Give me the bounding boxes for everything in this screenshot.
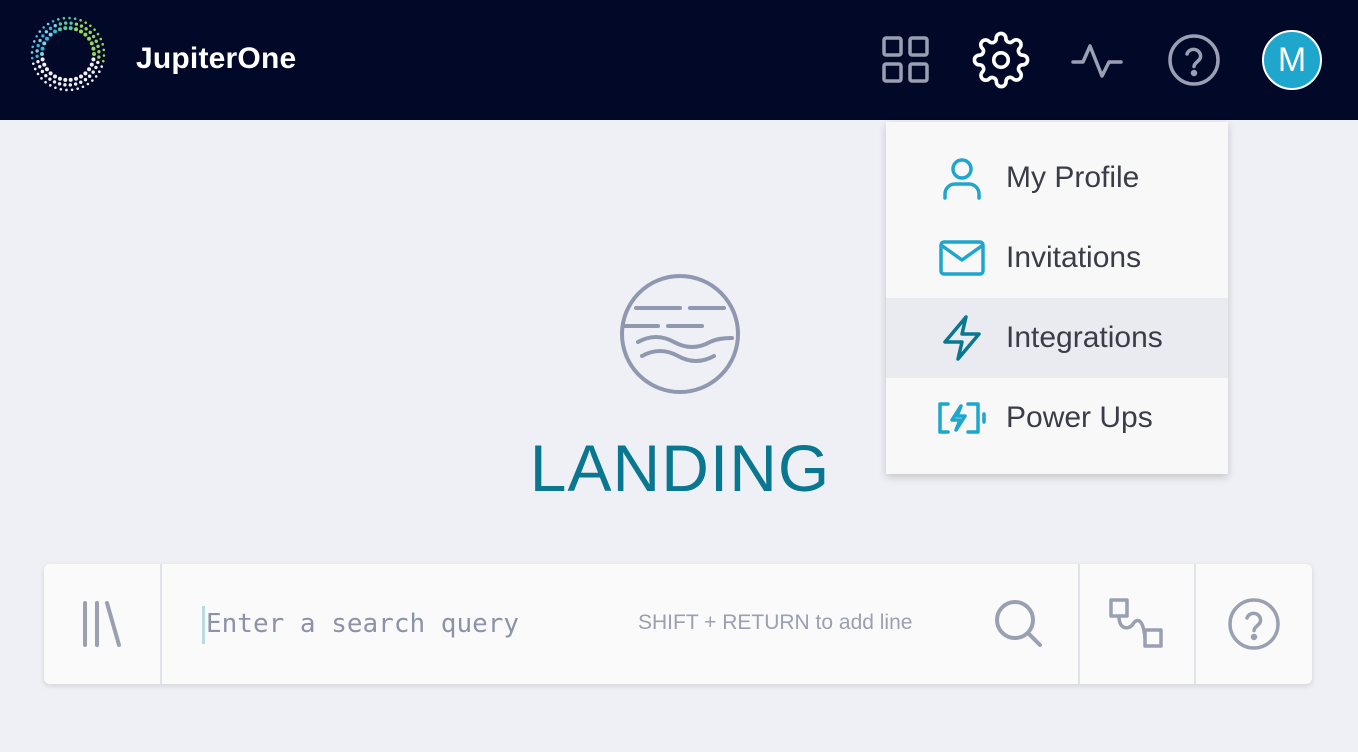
help-circle-icon[interactable] <box>1164 30 1224 90</box>
user-icon <box>934 150 990 206</box>
apps-grid-icon[interactable] <box>876 30 936 90</box>
brand-name[interactable]: JupiterOne <box>136 42 296 76</box>
settings-dropdown-menu: My Profile Invitations Integrations Powe… <box>886 122 1228 474</box>
user-avatar[interactable]: M <box>1262 30 1322 90</box>
menu-item-label: Integrations <box>1006 321 1163 354</box>
help-circle-icon[interactable] <box>1196 564 1312 684</box>
menu-item-label: My Profile <box>1006 161 1140 194</box>
input-hint: SHIFT + RETURN to add line <box>638 611 913 634</box>
query-search-bar: SHIFT + RETURN to add line <box>44 564 1312 684</box>
lightning-bolt-icon <box>934 310 990 366</box>
menu-item-integrations[interactable]: Integrations <box>886 298 1228 378</box>
top-navigation-bar: JupiterOne M <box>0 0 1358 120</box>
activity-pulse-icon[interactable] <box>1067 30 1127 90</box>
menu-item-label: Invitations <box>1006 241 1142 274</box>
search-input[interactable] <box>204 598 634 650</box>
menu-item-label: Power Ups <box>1006 401 1153 434</box>
envelope-icon <box>934 230 990 286</box>
graph-view-icon[interactable] <box>1080 564 1194 684</box>
menu-item-power-ups[interactable]: Power Ups <box>886 378 1228 458</box>
library-icon[interactable] <box>44 564 160 684</box>
menu-item-invitations[interactable]: Invitations <box>886 218 1228 298</box>
divider <box>160 564 162 684</box>
jupiterone-logo-icon[interactable] <box>28 14 108 94</box>
menu-item-my-profile[interactable]: My Profile <box>886 138 1228 218</box>
page-title: LANDING <box>529 431 831 505</box>
search-icon[interactable] <box>984 564 1054 684</box>
planet-icon <box>618 272 742 396</box>
battery-charging-icon <box>934 390 990 446</box>
gear-icon[interactable] <box>971 30 1031 90</box>
